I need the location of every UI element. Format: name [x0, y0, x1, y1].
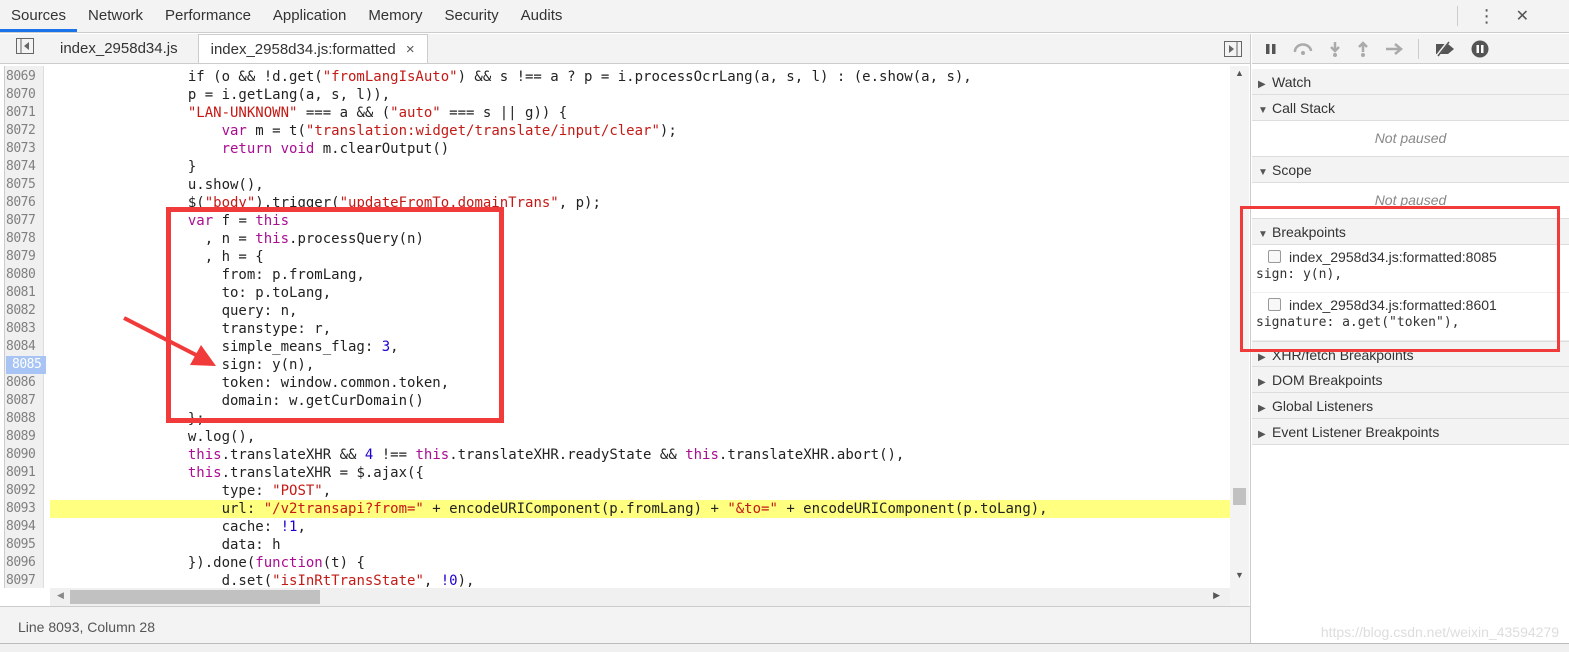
breakpoint-code: signature: a.get("token"), — [1256, 315, 1460, 330]
code-text: type: "POST", — [53, 483, 332, 499]
xhr-breakpoints-section-header[interactable]: ▶ XHR/fetch Breakpoints — [1252, 341, 1569, 367]
breakpoint-checkbox[interactable] — [1268, 298, 1281, 311]
global-label: Global Listeners — [1272, 398, 1374, 414]
breakpoint-item[interactable]: index_2958d34.js:formatted:8085 sign: y(… — [1252, 245, 1569, 293]
horizontal-scrollbar-thumb[interactable] — [70, 590, 320, 604]
line-number[interactable]: 8097 — [6, 572, 44, 588]
collapse-triangle-icon: ▼ — [1258, 229, 1268, 240]
call-stack-section-header[interactable]: ▼ Call Stack — [1252, 95, 1569, 121]
step-into-icon[interactable] — [1328, 41, 1342, 57]
bottom-strip — [0, 643, 1569, 652]
horizontal-scrollbar[interactable]: ◀ ▶ — [50, 588, 1230, 606]
line-number[interactable]: 8094 — [6, 518, 44, 536]
scroll-left-icon[interactable]: ◀ — [57, 590, 64, 601]
code-text: w.log(), — [53, 429, 256, 445]
code-line[interactable]: 8096 }).done(function(t) { — [0, 554, 1230, 572]
watch-section-header[interactable]: ▶ Watch — [1252, 69, 1569, 95]
code-text: data: h — [53, 537, 281, 553]
code-text: cache: !1, — [53, 519, 306, 535]
watermark: https://blog.csdn.net/weixin_43594279 — [1320, 624, 1559, 640]
code-text: this.translateXHR && 4 !== this.translat… — [187, 447, 905, 463]
expand-triangle-icon: ▶ — [1258, 429, 1266, 440]
pause-icon[interactable] — [1264, 42, 1278, 56]
debugger-toolbar — [1252, 34, 1569, 64]
breakpoints-label: Breakpoints — [1272, 224, 1346, 240]
call-stack-empty: Not paused — [1252, 121, 1569, 157]
dom-breakpoints-section-header[interactable]: ▶ DOM Breakpoints — [1252, 367, 1569, 393]
code-text: }; — [53, 411, 205, 427]
line-number[interactable]: 8088 — [6, 410, 44, 428]
deactivate-breakpoints-icon[interactable] — [1433, 40, 1457, 57]
cursor-position-status: Line 8093, Column 28 — [0, 606, 1250, 643]
scroll-right-icon[interactable]: ▶ — [1213, 590, 1220, 601]
vertical-scrollbar[interactable]: ▲ ▼ — [1230, 66, 1249, 606]
breakpoint-location: index_2958d34.js:formatted:8601 — [1289, 297, 1497, 313]
scope-label: Scope — [1272, 162, 1312, 178]
step-over-icon[interactable] — [1292, 42, 1314, 56]
breakpoint-checkbox[interactable] — [1268, 250, 1281, 263]
scope-empty: Not paused — [1252, 183, 1569, 219]
toggle-debugger-icon[interactable] — [1224, 41, 1242, 60]
code-line[interactable]: 8097 d.set("isInRtTransState", !0), — [0, 572, 1230, 588]
scroll-up-icon[interactable]: ▲ — [1235, 68, 1244, 78]
scope-section-header[interactable]: ▼ Scope — [1252, 157, 1569, 183]
code-line[interactable]: 8090 this.translateXHR && 4 !== this.tra… — [0, 446, 1230, 464]
code-text: this.translateXHR = $.ajax({ — [187, 465, 424, 481]
divider — [1456, 6, 1458, 26]
tab-audits[interactable]: Audits — [510, 0, 574, 32]
divider — [1418, 38, 1419, 59]
collapse-triangle-icon: ▼ — [1258, 105, 1268, 116]
code-line[interactable]: 8095 data: h — [0, 536, 1230, 554]
pause-on-exceptions-icon[interactable] — [1471, 40, 1489, 58]
debugger-sidebar: ▶ Watch ▼ Call Stack Not paused ▼ Scope Not… — [1252, 34, 1569, 643]
line-number[interactable]: 8090 — [6, 446, 44, 464]
step-icon[interactable] — [1384, 42, 1404, 56]
event-listener-breakpoints-section-header[interactable]: ▶ Event Listener Breakpoints — [1252, 419, 1569, 445]
collapse-triangle-icon: ▼ — [1258, 167, 1268, 178]
line-number[interactable]: 8092 — [6, 482, 44, 500]
code-text: d.set("isInRtTransState", !0), — [53, 573, 475, 588]
line-number[interactable]: 8091 — [6, 464, 44, 482]
line-number[interactable]: 8095 — [6, 536, 44, 554]
code-line[interactable]: 8093 url: "/v2transapi?from=" + encodeUR… — [0, 500, 1230, 518]
code-line[interactable]: 8092 type: "POST", — [0, 482, 1230, 500]
code-text: }).done(function(t) { — [53, 555, 365, 571]
code-line[interactable]: 8094 cache: !1, — [0, 518, 1230, 536]
line-number[interactable]: 8096 — [6, 554, 44, 572]
tab-security[interactable]: Security — [433, 0, 509, 32]
close-devtools-icon[interactable]: ✕ — [1516, 6, 1529, 26]
more-options-icon[interactable]: ⋮ — [1478, 6, 1496, 27]
code-line[interactable]: 8089 w.log(), — [0, 428, 1230, 446]
breakpoint-code: sign: y(n), — [1256, 267, 1343, 282]
code-line[interactable]: 8091 this.translateXHR = $.ajax({ — [0, 464, 1230, 482]
event-label: Event Listener Breakpoints — [1272, 424, 1440, 440]
code-text: url: "/v2transapi?from=" + encodeURIComp… — [53, 501, 1048, 517]
step-out-icon[interactable] — [1356, 40, 1370, 57]
xhr-label: XHR/fetch Breakpoints — [1272, 347, 1414, 363]
code-line[interactable]: 8088 }; — [0, 410, 1230, 428]
annotation-arrow — [123, 316, 216, 366]
watch-label: Watch — [1272, 74, 1312, 90]
line-number[interactable]: 8089 — [6, 428, 44, 446]
breakpoint-location: index_2958d34.js:formatted:8085 — [1289, 249, 1497, 265]
scroll-down-icon[interactable]: ▼ — [1235, 570, 1244, 580]
call-stack-label: Call Stack — [1272, 100, 1336, 116]
global-listeners-section-header[interactable]: ▶ Global Listeners — [1252, 393, 1569, 419]
tab-memory[interactable]: Memory — [357, 0, 433, 32]
close-tab-icon[interactable]: × — [406, 41, 415, 58]
breakpoints-section-header[interactable]: ▼ Breakpoints — [1252, 219, 1569, 245]
breakpoint-item[interactable]: index_2958d34.js:formatted:8601 signatur… — [1252, 293, 1569, 341]
line-number[interactable]: 8093 — [6, 500, 44, 518]
scrollbar-thumb[interactable] — [1233, 488, 1246, 505]
dom-label: DOM Breakpoints — [1272, 372, 1383, 388]
